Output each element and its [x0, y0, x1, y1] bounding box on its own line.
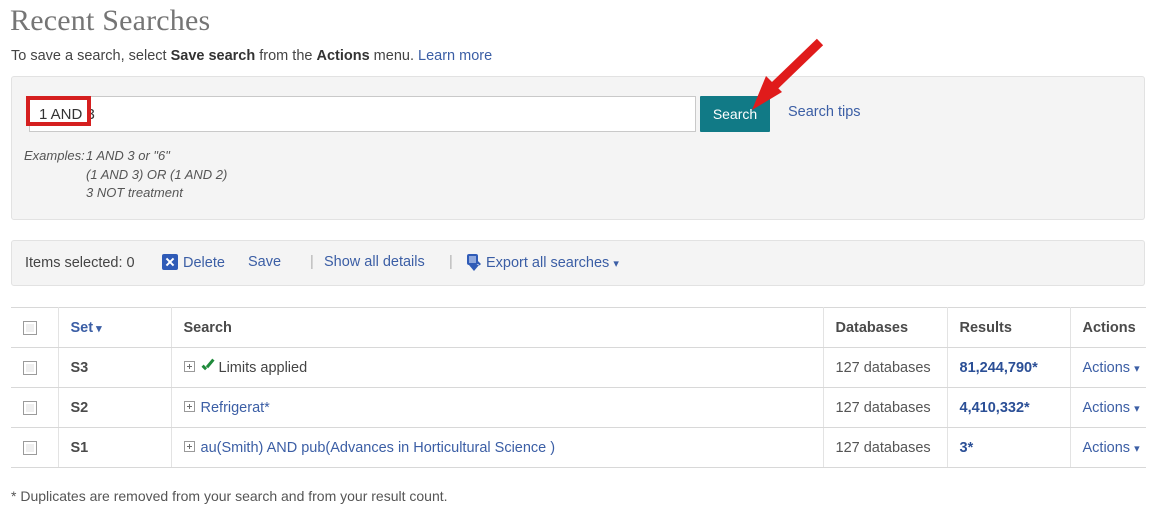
- save-button[interactable]: Save: [248, 254, 281, 270]
- table-row: S3 Limits applied 127 databases 81,244,7…: [11, 347, 1146, 388]
- chevron-down-icon: ▾: [1134, 402, 1140, 415]
- set-id: S3: [70, 359, 89, 376]
- table-row: S1 au(Smith) AND pub(Advances in Horticu…: [11, 427, 1146, 468]
- row-actions-cell: Actions ▾: [1070, 387, 1146, 428]
- row-search-cell: Limits applied: [171, 347, 824, 388]
- delete-label: Delete: [183, 255, 225, 271]
- results-count-link[interactable]: 81,244,790*: [960, 360, 1038, 376]
- row-select-cell: [11, 387, 59, 428]
- export-search-icon: [466, 254, 481, 271]
- row-search-cell: au(Smith) AND pub(Advances in Horticultu…: [171, 427, 824, 468]
- row-checkbox[interactable]: [23, 360, 37, 375]
- row-results-cell: 4,410,332*: [947, 387, 1071, 428]
- row-actions-menu[interactable]: Actions ▾: [1083, 360, 1140, 376]
- column-header-set: Set ▾: [58, 307, 172, 348]
- search-query-text: Limits applied: [218, 359, 308, 376]
- export-all-label: Export all searches: [486, 255, 610, 271]
- row-results-cell: 3*: [947, 427, 1071, 468]
- search-button[interactable]: Search: [700, 96, 770, 132]
- row-checkbox[interactable]: [23, 400, 37, 415]
- table-row: S2 Refrigerat* 127 databases 4,410,332* …: [11, 387, 1146, 428]
- expand-icon[interactable]: [183, 400, 195, 412]
- items-selected-label: Items selected: 0: [25, 255, 135, 271]
- example-2: (1 AND 3) OR (1 AND 2): [86, 166, 228, 182]
- duplicates-footnote: * Duplicates are removed from your searc…: [11, 488, 448, 504]
- page-subtitle: To save a search, select Save search fro…: [11, 48, 492, 64]
- chevron-down-icon: ▾: [1134, 442, 1140, 455]
- subtitle-text-after: menu.: [369, 48, 419, 64]
- search-tips-link[interactable]: Search tips: [788, 104, 861, 120]
- example-3: 3 NOT treatment: [86, 185, 183, 200]
- column-header-actions: Actions: [1070, 307, 1146, 348]
- set-id: S2: [70, 399, 89, 416]
- row-actions-cell: Actions ▾: [1070, 347, 1146, 388]
- row-databases-cell: 127 databases: [823, 387, 948, 428]
- subtitle-text-middle: from the: [255, 48, 317, 64]
- search-query-input[interactable]: [29, 96, 696, 132]
- toolbar-separator-1: |: [310, 254, 314, 270]
- expand-icon[interactable]: [183, 360, 195, 372]
- row-actions-label: Actions: [1082, 359, 1131, 376]
- expand-icon[interactable]: [183, 440, 195, 452]
- delete-button[interactable]: Delete: [162, 254, 225, 271]
- row-databases-cell: 127 databases: [823, 347, 948, 388]
- results-count-link[interactable]: 3*: [960, 440, 974, 456]
- row-actions-cell: Actions ▾: [1070, 427, 1146, 468]
- subtitle-text-before: To save a search, select: [11, 48, 171, 64]
- sort-descending-icon: ▾: [96, 322, 102, 335]
- toolbar-separator-2: |: [449, 254, 453, 270]
- table-body: S3 Limits applied 127 databases 81,244,7…: [11, 347, 1146, 468]
- column-header-search: Search: [171, 307, 824, 348]
- row-set-cell: S1: [58, 427, 172, 468]
- row-actions-menu[interactable]: Actions ▾: [1083, 400, 1140, 416]
- learn-more-link[interactable]: Learn more: [418, 48, 492, 64]
- row-actions-label: Actions: [1082, 399, 1131, 416]
- search-panel: Search Search tips Examples:1 AND 3 or "…: [11, 76, 1145, 220]
- row-actions-menu[interactable]: Actions ▾: [1083, 440, 1140, 456]
- search-query-link[interactable]: au(Smith) AND pub(Advances in Horticultu…: [201, 440, 556, 456]
- row-results-cell: 81,244,790*: [947, 347, 1071, 388]
- column-header-results: Results: [947, 307, 1071, 348]
- row-search-cell: Refrigerat*: [171, 387, 824, 428]
- examples-row-2: (1 AND 3) OR (1 AND 2): [24, 166, 227, 185]
- set-id: S1: [70, 439, 89, 456]
- table-header-row: Set ▾ Search Databases Results Actions: [11, 307, 1146, 348]
- examples-row-1: Examples:1 AND 3 or "6": [24, 147, 227, 166]
- select-all-checkbox[interactable]: [23, 320, 37, 335]
- show-all-details-button[interactable]: Show all details: [324, 254, 425, 270]
- row-select-cell: [11, 347, 59, 388]
- sort-by-set-link[interactable]: Set: [71, 320, 94, 336]
- selection-toolbar: Items selected: 0 Delete Save | Show all…: [11, 240, 1145, 286]
- row-checkbox[interactable]: [23, 440, 37, 455]
- select-all-header: [11, 307, 59, 348]
- page-title: Recent Searches: [10, 4, 211, 37]
- row-set-cell: S2: [58, 387, 172, 428]
- examples-label: Examples:: [24, 148, 85, 163]
- column-header-databases: Databases: [823, 307, 948, 348]
- row-databases-cell: 127 databases: [823, 427, 948, 468]
- subtitle-bold-save-search: Save search: [170, 48, 256, 64]
- chevron-down-icon: ▾: [613, 258, 619, 270]
- search-query-link[interactable]: Refrigerat*: [201, 400, 270, 416]
- delete-icon: [162, 254, 178, 270]
- search-examples: Examples:1 AND 3 or "6" (1 AND 3) OR (1 …: [24, 147, 227, 203]
- examples-row-3: 3 NOT treatment: [24, 184, 227, 203]
- chevron-down-icon: ▾: [1134, 362, 1140, 375]
- row-set-cell: S3: [58, 347, 172, 388]
- row-actions-label: Actions: [1082, 439, 1131, 456]
- export-all-searches-button[interactable]: Export all searches ▾: [466, 254, 619, 271]
- limits-applied-check-icon: [201, 360, 215, 374]
- recent-searches-table: Set ▾ Search Databases Results Actions S3…: [11, 307, 1146, 468]
- row-select-cell: [11, 427, 59, 468]
- results-count-link[interactable]: 4,410,332*: [960, 400, 1030, 416]
- example-1: 1 AND 3 or "6": [86, 148, 170, 163]
- subtitle-bold-actions: Actions: [316, 48, 370, 64]
